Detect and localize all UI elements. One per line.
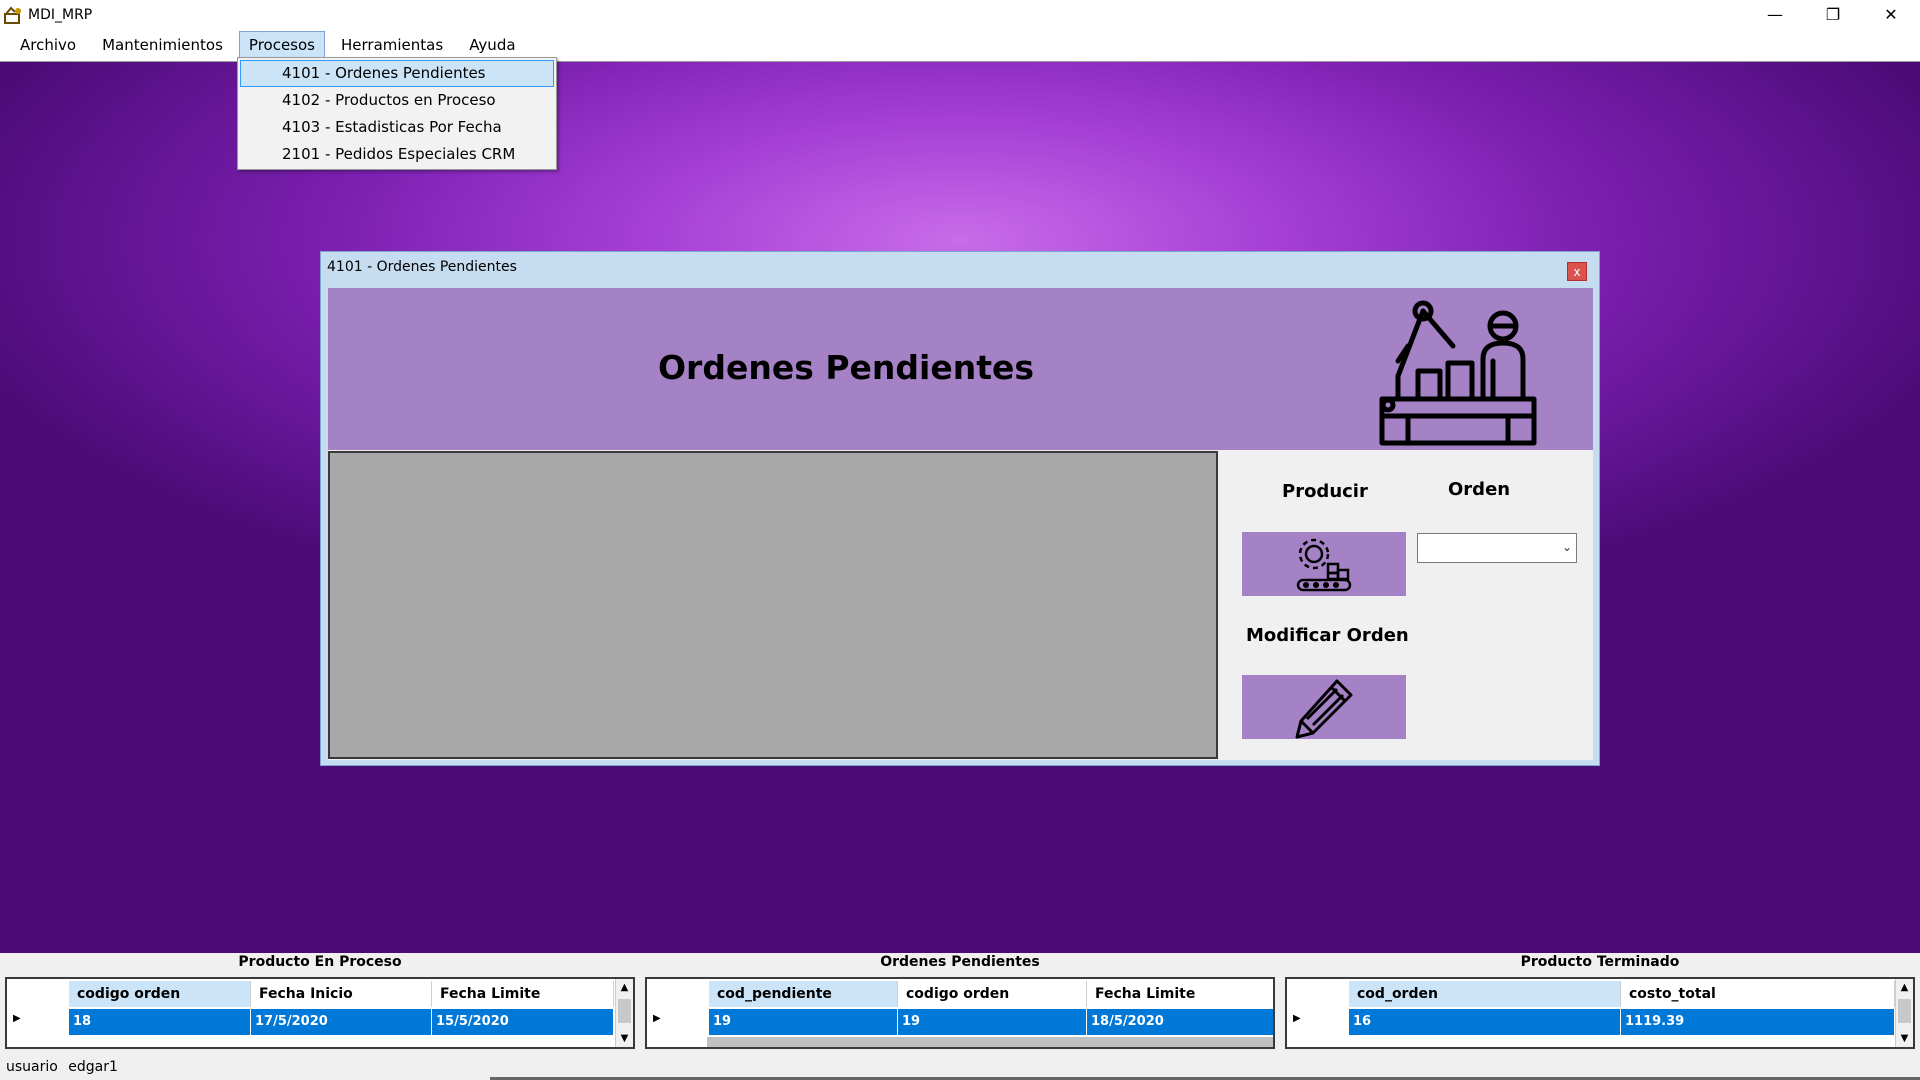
bottom-grids-area: Producto En Proceso codigo orden Fecha I… — [0, 953, 1920, 1055]
menu-archivo[interactable]: Archivo — [10, 31, 86, 59]
grid-en-proceso[interactable]: codigo orden Fecha Inicio Fecha Limite ▶… — [5, 977, 635, 1049]
column-header[interactable]: cod_pendiente — [709, 981, 898, 1007]
close-window-button[interactable]: ✕ — [1862, 0, 1920, 29]
minimize-button[interactable]: — — [1746, 0, 1804, 29]
child-close-button[interactable]: x — [1567, 262, 1587, 281]
table-cell[interactable]: 18/5/2020 — [1087, 1009, 1273, 1035]
table-cell[interactable]: 15/5/2020 — [432, 1009, 614, 1035]
column-header[interactable]: codigo orden — [69, 981, 251, 1007]
chevron-down-icon: ⌄ — [1561, 540, 1572, 554]
menu-procesos[interactable]: Procesos — [238, 31, 325, 59]
grid-title-pendientes: Ordenes Pendientes — [880, 954, 1040, 970]
menu-item-2101[interactable]: 2101 - Pedidos Especiales CRM — [240, 141, 554, 168]
scroll-up-icon[interactable]: ▲ — [616, 979, 633, 996]
horizontal-scrollbar[interactable] — [707, 1037, 1273, 1047]
factory-worker-icon — [1379, 300, 1537, 446]
gear-conveyor-icon — [1296, 538, 1352, 592]
page-title: Ordenes Pendientes — [658, 348, 1035, 387]
pencil-icon — [1295, 679, 1353, 739]
status-user-value: edgar1 — [68, 1059, 118, 1075]
modificar-orden-label: Modificar Orden — [1246, 625, 1409, 646]
menu-ayuda[interactable]: Ayuda — [459, 31, 525, 59]
menu-item-4102[interactable]: 4102 - Productos en Proceso — [240, 87, 554, 114]
header-panel: Ordenes Pendientes — [328, 288, 1593, 450]
window-title: MDI_MRP — [28, 6, 93, 23]
column-header[interactable]: Fecha Limite — [432, 981, 614, 1007]
row-indicator-icon: ▶ — [13, 1013, 21, 1024]
grid-title-en-proceso: Producto En Proceso — [238, 954, 402, 970]
procesos-dropdown: 4101 - Ordenes Pendientes 4102 - Product… — [237, 57, 557, 170]
column-header[interactable]: cod_orden — [1349, 981, 1621, 1007]
scroll-thumb[interactable] — [618, 999, 631, 1023]
producir-label: Producir — [1282, 481, 1368, 502]
column-header[interactable]: Fecha Inicio — [251, 981, 432, 1007]
app-logo-icon — [2, 4, 24, 26]
orden-select[interactable]: ⌄ — [1417, 533, 1577, 563]
table-cell[interactable]: 19 — [709, 1009, 898, 1035]
table-cell[interactable]: 17/5/2020 — [251, 1009, 432, 1035]
vertical-scrollbar[interactable]: ▲ ▼ — [615, 979, 633, 1047]
grid-pendientes[interactable]: cod_pendiente codigo orden Fecha Limite … — [645, 977, 1275, 1049]
scroll-up-icon[interactable]: ▲ — [1896, 979, 1913, 996]
content-panel — [328, 451, 1218, 759]
table-row[interactable]: 19 19 18/5/2020 — [709, 1009, 1273, 1035]
column-header[interactable]: codigo orden — [898, 981, 1087, 1007]
grid-terminado[interactable]: cod_orden costo_total ▶ 16 1119.39 ▲ ▼ — [1285, 977, 1915, 1049]
table-cell[interactable]: 16 — [1349, 1009, 1621, 1035]
menu-item-4101[interactable]: 4101 - Ordenes Pendientes — [240, 60, 554, 87]
restore-button[interactable]: ❐ — [1804, 0, 1862, 29]
row-indicator-icon: ▶ — [1293, 1013, 1301, 1024]
row-indicator-icon: ▶ — [653, 1013, 661, 1024]
menu-item-4103[interactable]: 4103 - Estadisticas Por Fecha — [240, 114, 554, 141]
status-user-label: usuario — [6, 1059, 58, 1075]
grid-title-terminado: Producto Terminado — [1520, 954, 1680, 970]
scroll-down-icon[interactable]: ▼ — [616, 1030, 633, 1047]
table-cell[interactable]: 18 — [69, 1009, 251, 1035]
scroll-thumb[interactable] — [1898, 999, 1911, 1023]
column-header[interactable]: costo_total — [1621, 981, 1895, 1007]
title-bar: MDI_MRP — ❐ ✕ — [0, 0, 1920, 29]
menu-herramientas[interactable]: Herramientas — [331, 31, 453, 59]
producir-button[interactable] — [1242, 532, 1406, 596]
vertical-scrollbar[interactable]: ▲ ▼ — [1895, 979, 1913, 1047]
column-header[interactable]: Fecha Limite — [1087, 981, 1273, 1007]
table-row[interactable]: 16 1119.39 — [1349, 1009, 1895, 1035]
table-cell[interactable]: 19 — [898, 1009, 1087, 1035]
child-window-title: 4101 - Ordenes Pendientes — [327, 259, 517, 275]
orden-label: Orden — [1448, 479, 1511, 500]
table-row[interactable]: 18 17/5/2020 15/5/2020 — [69, 1009, 614, 1035]
scroll-down-icon[interactable]: ▼ — [1896, 1030, 1913, 1047]
child-window-ordenes-pendientes: 4101 - Ordenes Pendientes x Ordenes Pend… — [320, 251, 1600, 766]
menu-mantenimientos[interactable]: Mantenimientos — [92, 31, 233, 59]
modificar-orden-button[interactable] — [1242, 675, 1406, 739]
child-window-body: Ordenes Pendientes Producir Orden ⌄ Modi… — [328, 288, 1593, 760]
table-cell[interactable]: 1119.39 — [1621, 1009, 1895, 1035]
